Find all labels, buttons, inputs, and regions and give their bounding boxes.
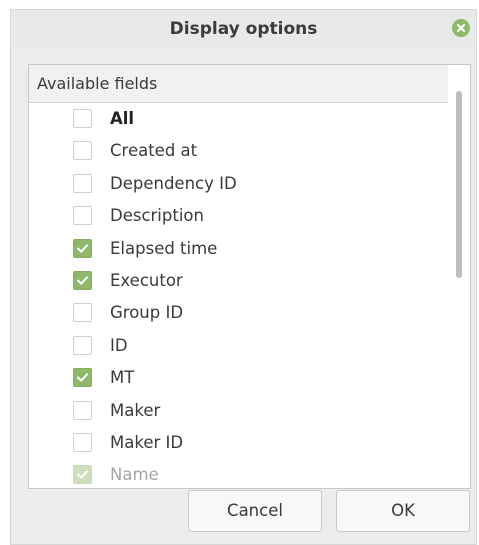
- field-label: Description: [110, 206, 204, 226]
- display-options-dialog: Display options Available fields All Cre…: [10, 9, 477, 545]
- scrollbar[interactable]: [448, 65, 470, 488]
- field-label: Maker ID: [110, 432, 184, 452]
- fields-list[interactable]: Available fields All Created at Dependen…: [28, 64, 471, 489]
- checkbox[interactable]: [73, 141, 92, 161]
- checkbox-checked[interactable]: [73, 368, 92, 388]
- close-icon[interactable]: [452, 19, 470, 37]
- field-row-maker[interactable]: Maker: [29, 395, 449, 427]
- field-label: Maker: [110, 400, 161, 420]
- cancel-button[interactable]: Cancel: [188, 490, 322, 532]
- field-row-all[interactable]: All: [29, 103, 449, 135]
- checkbox-checked[interactable]: [73, 238, 92, 258]
- field-label: All: [110, 109, 135, 128]
- check-icon: [77, 373, 88, 382]
- field-row-elapsed-time[interactable]: Elapsed time: [29, 233, 449, 265]
- list-header-label: Available fields: [37, 74, 158, 93]
- checkbox[interactable]: [73, 432, 92, 452]
- ok-button[interactable]: OK: [336, 490, 470, 532]
- field-row-name[interactable]: Name: [29, 459, 449, 488]
- titlebar[interactable]: Display options: [11, 10, 476, 48]
- scrollbar-thumb[interactable]: [456, 91, 462, 278]
- field-label: MT: [110, 368, 135, 388]
- check-icon: [77, 470, 88, 479]
- checkbox[interactable]: [73, 335, 92, 355]
- field-label: Elapsed time: [110, 238, 218, 258]
- field-row-id[interactable]: ID: [29, 330, 449, 362]
- fields-rows: All Created at Dependency ID Description…: [29, 103, 449, 488]
- field-label: Group ID: [110, 303, 184, 323]
- checkbox[interactable]: [73, 206, 92, 226]
- field-row-created-at[interactable]: Created at: [29, 135, 449, 167]
- checkbox-checked[interactable]: [73, 270, 92, 290]
- field-row-executor[interactable]: Executor: [29, 265, 449, 297]
- field-label: Created at: [110, 141, 198, 161]
- field-label: ID: [110, 335, 128, 355]
- field-row-description[interactable]: Description: [29, 200, 449, 232]
- dialog-title: Display options: [169, 19, 318, 39]
- field-label: Dependency ID: [110, 173, 237, 193]
- checkbox[interactable]: [73, 400, 92, 420]
- field-row-maker-id[interactable]: Maker ID: [29, 427, 449, 459]
- field-row-group-id[interactable]: Group ID: [29, 297, 449, 329]
- checkbox[interactable]: [73, 303, 92, 323]
- list-header: Available fields: [29, 65, 449, 103]
- checkbox[interactable]: [73, 173, 92, 193]
- field-row-dependency-id[interactable]: Dependency ID: [29, 168, 449, 200]
- field-label: Executor: [110, 270, 183, 290]
- field-row-mt[interactable]: MT: [29, 362, 449, 394]
- field-label: Name: [110, 465, 159, 485]
- check-icon: [77, 243, 88, 253]
- checkbox[interactable]: [73, 109, 92, 128]
- check-icon: [77, 276, 88, 285]
- checkbox-checked[interactable]: [73, 465, 92, 485]
